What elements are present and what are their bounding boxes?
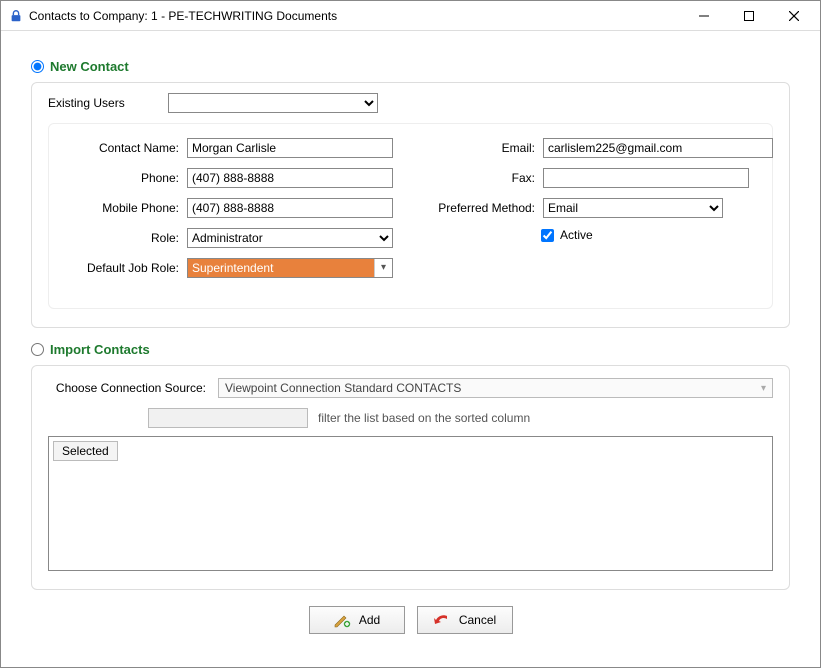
minimize-button[interactable] (681, 2, 726, 30)
chevron-down-icon: ▾ (761, 383, 766, 394)
active-checkbox-row: Active (541, 228, 773, 242)
fax-input[interactable] (543, 168, 749, 188)
fax-label: Fax: (423, 171, 543, 185)
new-contact-radio-row: New Contact (31, 59, 790, 74)
filter-hint: filter the list based on the sorted colu… (318, 411, 530, 425)
existing-users-row: Existing Users (48, 93, 773, 113)
connection-source-select[interactable]: Viewpoint Connection Standard CONTACTS ▾ (218, 378, 773, 398)
cancel-button-label: Cancel (459, 613, 496, 627)
role-label: Role: (67, 231, 187, 245)
preferred-method-field: Preferred Method: Email (423, 198, 773, 218)
selected-column-header[interactable]: Selected (53, 441, 118, 461)
email-input[interactable] (543, 138, 773, 158)
cancel-button[interactable]: Cancel (417, 606, 513, 634)
default-job-role-label: Default Job Role: (67, 261, 187, 275)
undo-arrow-icon (433, 611, 451, 629)
preferred-method-select[interactable]: Email (543, 198, 723, 218)
contact-name-input[interactable] (187, 138, 393, 158)
email-label: Email: (423, 141, 543, 155)
filter-row: filter the list based on the sorted colu… (148, 408, 773, 428)
add-button-label: Add (359, 613, 380, 627)
import-panel: Choose Connection Source: Viewpoint Conn… (31, 365, 790, 590)
default-job-role-select[interactable]: Superintendent ▾ (187, 258, 393, 278)
default-job-role-field: Default Job Role: Superintendent ▾ (67, 258, 393, 278)
preferred-method-label: Preferred Method: (423, 201, 543, 215)
fields-grid: Contact Name: Phone: Mobile Phone: (67, 138, 754, 288)
import-contacts-label: Import Contacts (50, 342, 150, 357)
mobile-phone-label: Mobile Phone: (67, 201, 187, 215)
existing-users-select[interactable] (168, 93, 378, 113)
contact-name-label: Contact Name: (67, 141, 187, 155)
phone-field: Phone: (67, 168, 393, 188)
phone-input[interactable] (187, 168, 393, 188)
fields-right: Email: Fax: Preferred Method: Email (423, 138, 773, 288)
maximize-button[interactable] (726, 2, 771, 30)
active-checkbox[interactable] (541, 229, 554, 242)
mobile-phone-field: Mobile Phone: (67, 198, 393, 218)
choose-connection-label: Choose Connection Source: (48, 381, 218, 395)
contact-name-field: Contact Name: (67, 138, 393, 158)
pencil-plus-icon (333, 611, 351, 629)
new-contact-label: New Contact (50, 59, 129, 74)
filter-input[interactable] (148, 408, 308, 428)
import-contacts-radio-row: Import Contacts (31, 342, 790, 357)
choose-connection-row: Choose Connection Source: Viewpoint Conn… (48, 378, 773, 398)
phone-label: Phone: (67, 171, 187, 185)
new-contact-panel: Existing Users Contact Name: Phone: (31, 82, 790, 328)
contacts-list[interactable]: Selected (48, 436, 773, 571)
dialog-buttons: Add Cancel (31, 606, 790, 634)
fax-field-row: Fax: (423, 168, 773, 188)
fields-left: Contact Name: Phone: Mobile Phone: (67, 138, 393, 288)
titlebar: Contacts to Company: 1 - PE-TECHWRITING … (1, 1, 820, 31)
content: New Contact Existing Users Contact Name: (1, 31, 820, 646)
lock-icon (9, 9, 23, 23)
window: Contacts to Company: 1 - PE-TECHWRITING … (0, 0, 821, 668)
window-title: Contacts to Company: 1 - PE-TECHWRITING … (29, 9, 681, 23)
mobile-phone-input[interactable] (187, 198, 393, 218)
new-contact-radio[interactable] (31, 60, 44, 73)
active-label: Active (560, 228, 593, 242)
close-button[interactable] (771, 2, 816, 30)
role-field: Role: Administrator (67, 228, 393, 248)
default-job-role-value: Superintendent (188, 259, 374, 277)
connection-source-value: Viewpoint Connection Standard CONTACTS (225, 381, 461, 395)
add-button[interactable]: Add (309, 606, 405, 634)
contact-fields-panel: Contact Name: Phone: Mobile Phone: (48, 123, 773, 309)
chevron-down-icon: ▾ (374, 259, 392, 277)
import-contacts-radio[interactable] (31, 343, 44, 356)
role-select[interactable]: Administrator (187, 228, 393, 248)
email-field-row: Email: (423, 138, 773, 158)
window-controls (681, 2, 816, 30)
existing-users-label: Existing Users (48, 96, 168, 110)
